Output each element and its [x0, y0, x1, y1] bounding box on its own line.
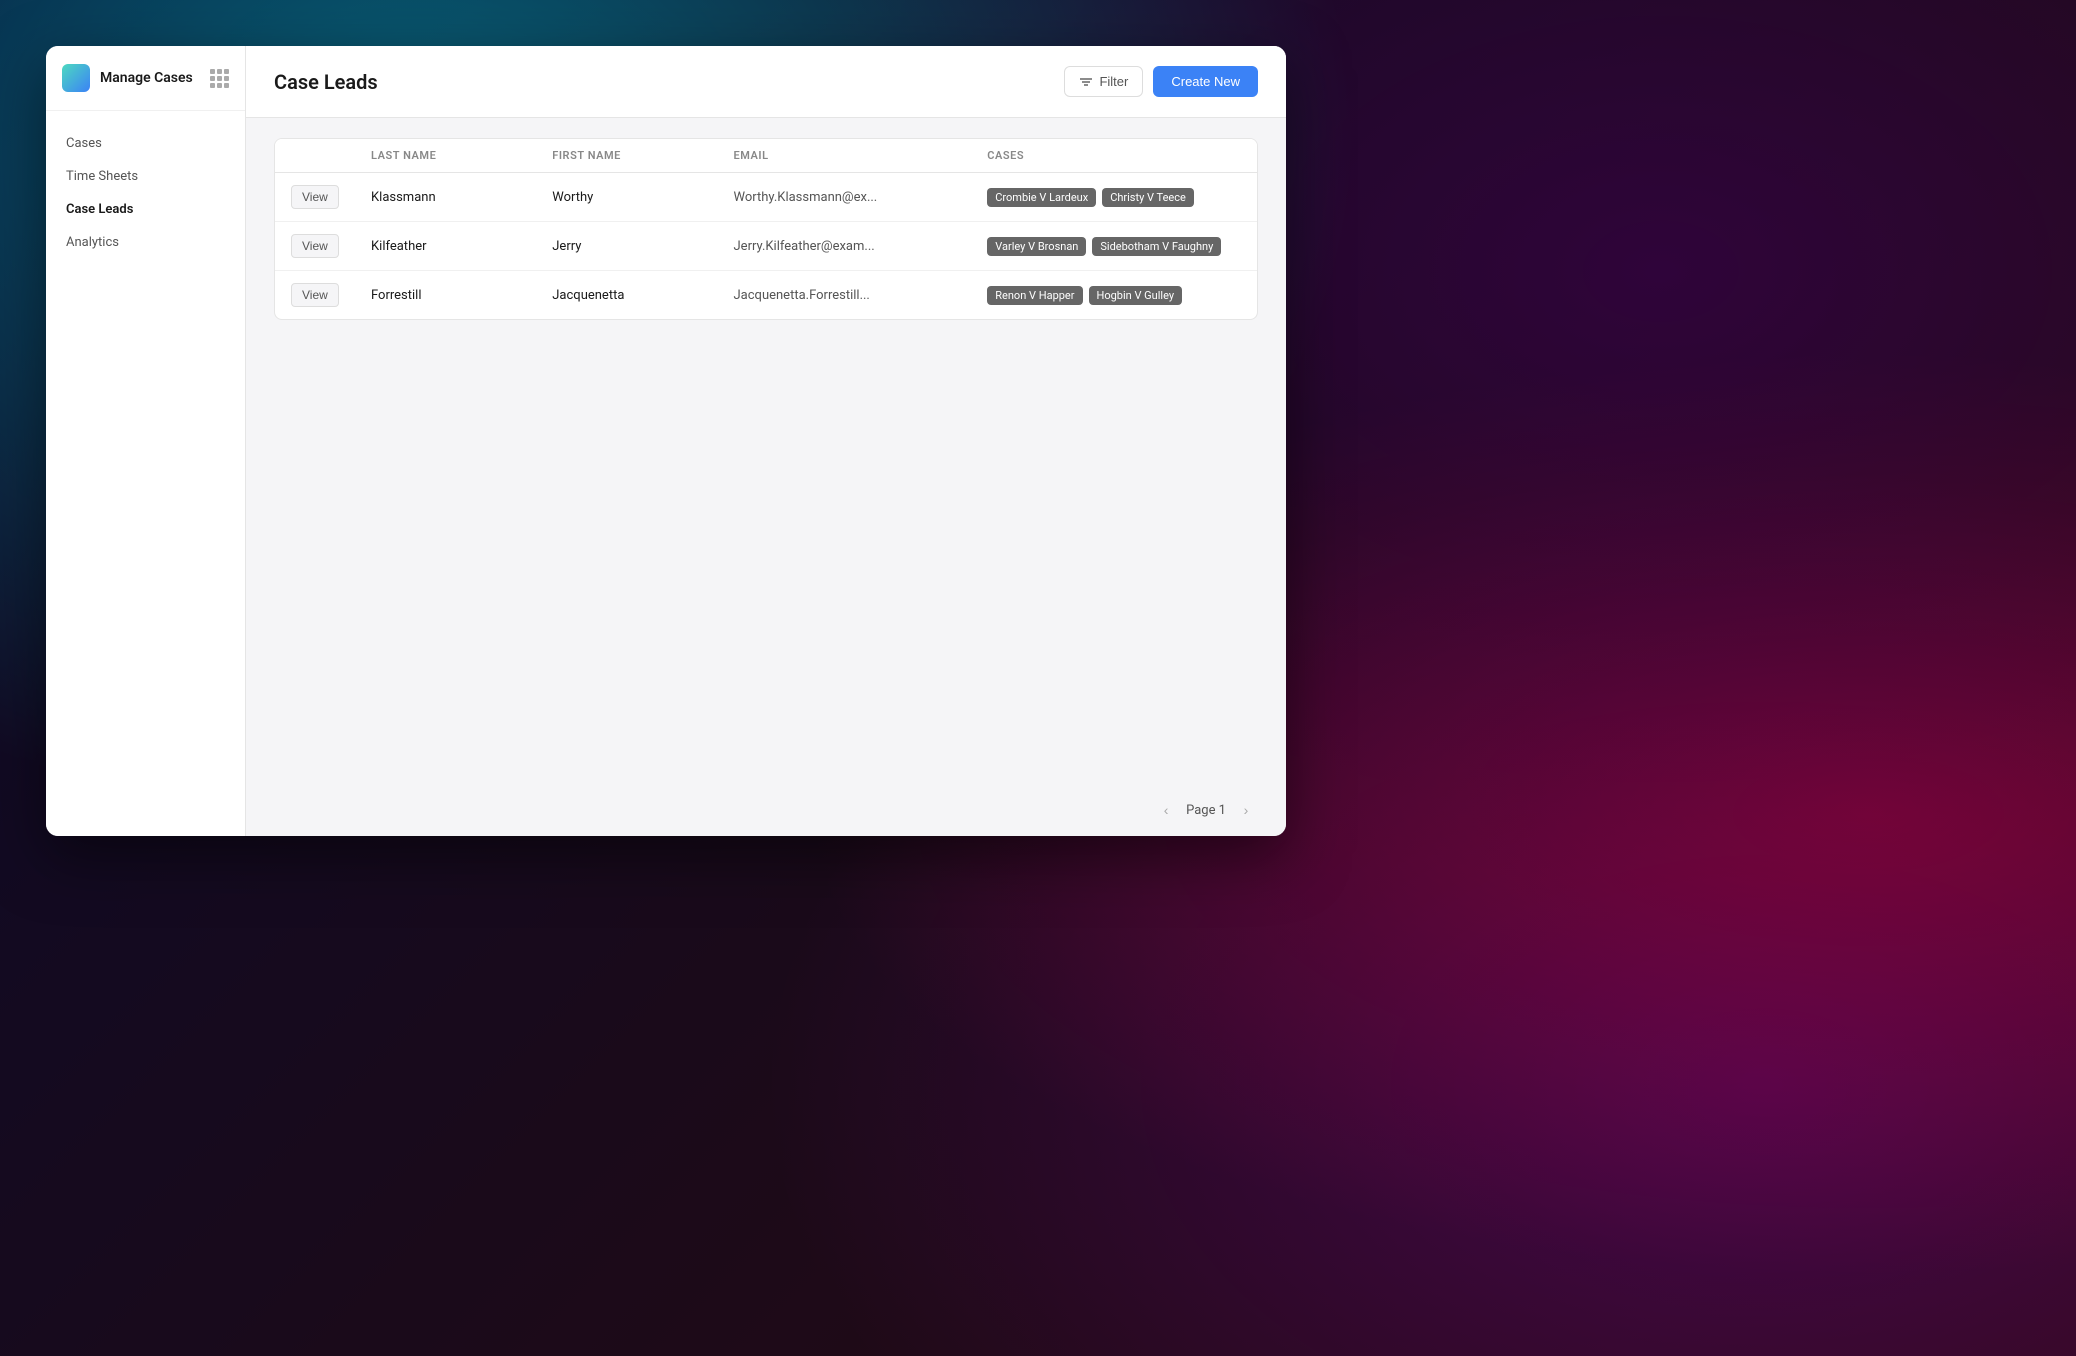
sidebar-header: Manage Cases	[46, 46, 245, 111]
table-area: LAST NAME FIRST NAME EMAIL CASES View Kla…	[246, 118, 1286, 784]
topbar: Case Leads Filter Create New	[246, 46, 1286, 118]
view-button-0[interactable]: View	[291, 185, 339, 209]
cell-cases: Varley V Brosnan Sidebotham V Faughny	[987, 237, 1241, 256]
cell-last-name: Klassmann	[371, 190, 552, 205]
sidebar-item-analytics[interactable]: Analytics	[46, 226, 245, 259]
prev-page-button[interactable]: ‹	[1154, 798, 1178, 822]
cell-first-name: Worthy	[552, 190, 733, 205]
cell-first-name: Jacquenetta	[552, 288, 733, 303]
th-first-name: FIRST NAME	[552, 149, 733, 162]
app-logo	[62, 64, 90, 92]
data-table: LAST NAME FIRST NAME EMAIL CASES View Kla…	[274, 138, 1258, 320]
cell-email: Jacquenetta.Forrestill...	[734, 288, 988, 303]
case-badge[interactable]: Christy V Teece	[1102, 188, 1194, 207]
sidebar-item-time-sheets[interactable]: Time Sheets	[46, 160, 245, 193]
page-label: Page 1	[1186, 803, 1226, 818]
filter-button[interactable]: Filter	[1064, 66, 1143, 97]
sidebar-nav: CasesTime SheetsCase LeadsAnalytics	[46, 111, 245, 275]
case-badge[interactable]: Hogbin V Gulley	[1089, 286, 1183, 305]
cell-email: Jerry.Kilfeather@exam...	[734, 239, 988, 254]
filter-icon	[1079, 75, 1093, 89]
cell-cases: Crombie V Lardeux Christy V Teece	[987, 188, 1241, 207]
th-last-name: LAST NAME	[371, 149, 552, 162]
create-new-label: Create New	[1171, 74, 1240, 89]
table-row: View KlassmannWorthyWorthy.Klassmann@ex..…	[275, 173, 1257, 222]
case-badge[interactable]: Sidebotham V Faughny	[1092, 237, 1221, 256]
table-row: View KilfeatherJerryJerry.Kilfeather@exam…	[275, 222, 1257, 271]
sidebar-item-cases[interactable]: Cases	[46, 127, 245, 160]
th-email: EMAIL	[734, 149, 988, 162]
page-title: Case Leads	[274, 70, 1064, 94]
view-button-2[interactable]: View	[291, 283, 339, 307]
sidebar: Manage Cases CasesTime SheetsCase LeadsA…	[46, 46, 246, 836]
th-cases: CASES	[987, 149, 1241, 162]
case-badge[interactable]: Crombie V Lardeux	[987, 188, 1096, 207]
cell-last-name: Kilfeather	[371, 239, 552, 254]
app-window: Manage Cases CasesTime SheetsCase LeadsA…	[46, 46, 1286, 836]
case-badge[interactable]: Varley V Brosnan	[987, 237, 1086, 256]
case-badge[interactable]: Renon V Happer	[987, 286, 1082, 305]
filter-label: Filter	[1099, 74, 1128, 89]
main-content: Case Leads Filter Create New LAST NAME	[246, 46, 1286, 836]
th-action	[291, 149, 371, 162]
table-body: View KlassmannWorthyWorthy.Klassmann@ex..…	[275, 173, 1257, 319]
table-row: View ForrestillJacquenettaJacquenetta.For…	[275, 271, 1257, 319]
cell-first-name: Jerry	[552, 239, 733, 254]
pagination: ‹ Page 1 ›	[246, 784, 1286, 836]
cell-email: Worthy.Klassmann@ex...	[734, 190, 988, 205]
cell-cases: Renon V Happer Hogbin V Gulley	[987, 286, 1241, 305]
view-button-1[interactable]: View	[291, 234, 339, 258]
grid-menu-icon[interactable]	[210, 69, 229, 88]
table-header: LAST NAME FIRST NAME EMAIL CASES	[275, 139, 1257, 173]
cell-last-name: Forrestill	[371, 288, 552, 303]
create-new-button[interactable]: Create New	[1153, 66, 1258, 97]
next-page-button[interactable]: ›	[1234, 798, 1258, 822]
app-title-label: Manage Cases	[100, 70, 193, 86]
sidebar-item-case-leads[interactable]: Case Leads	[46, 193, 245, 226]
